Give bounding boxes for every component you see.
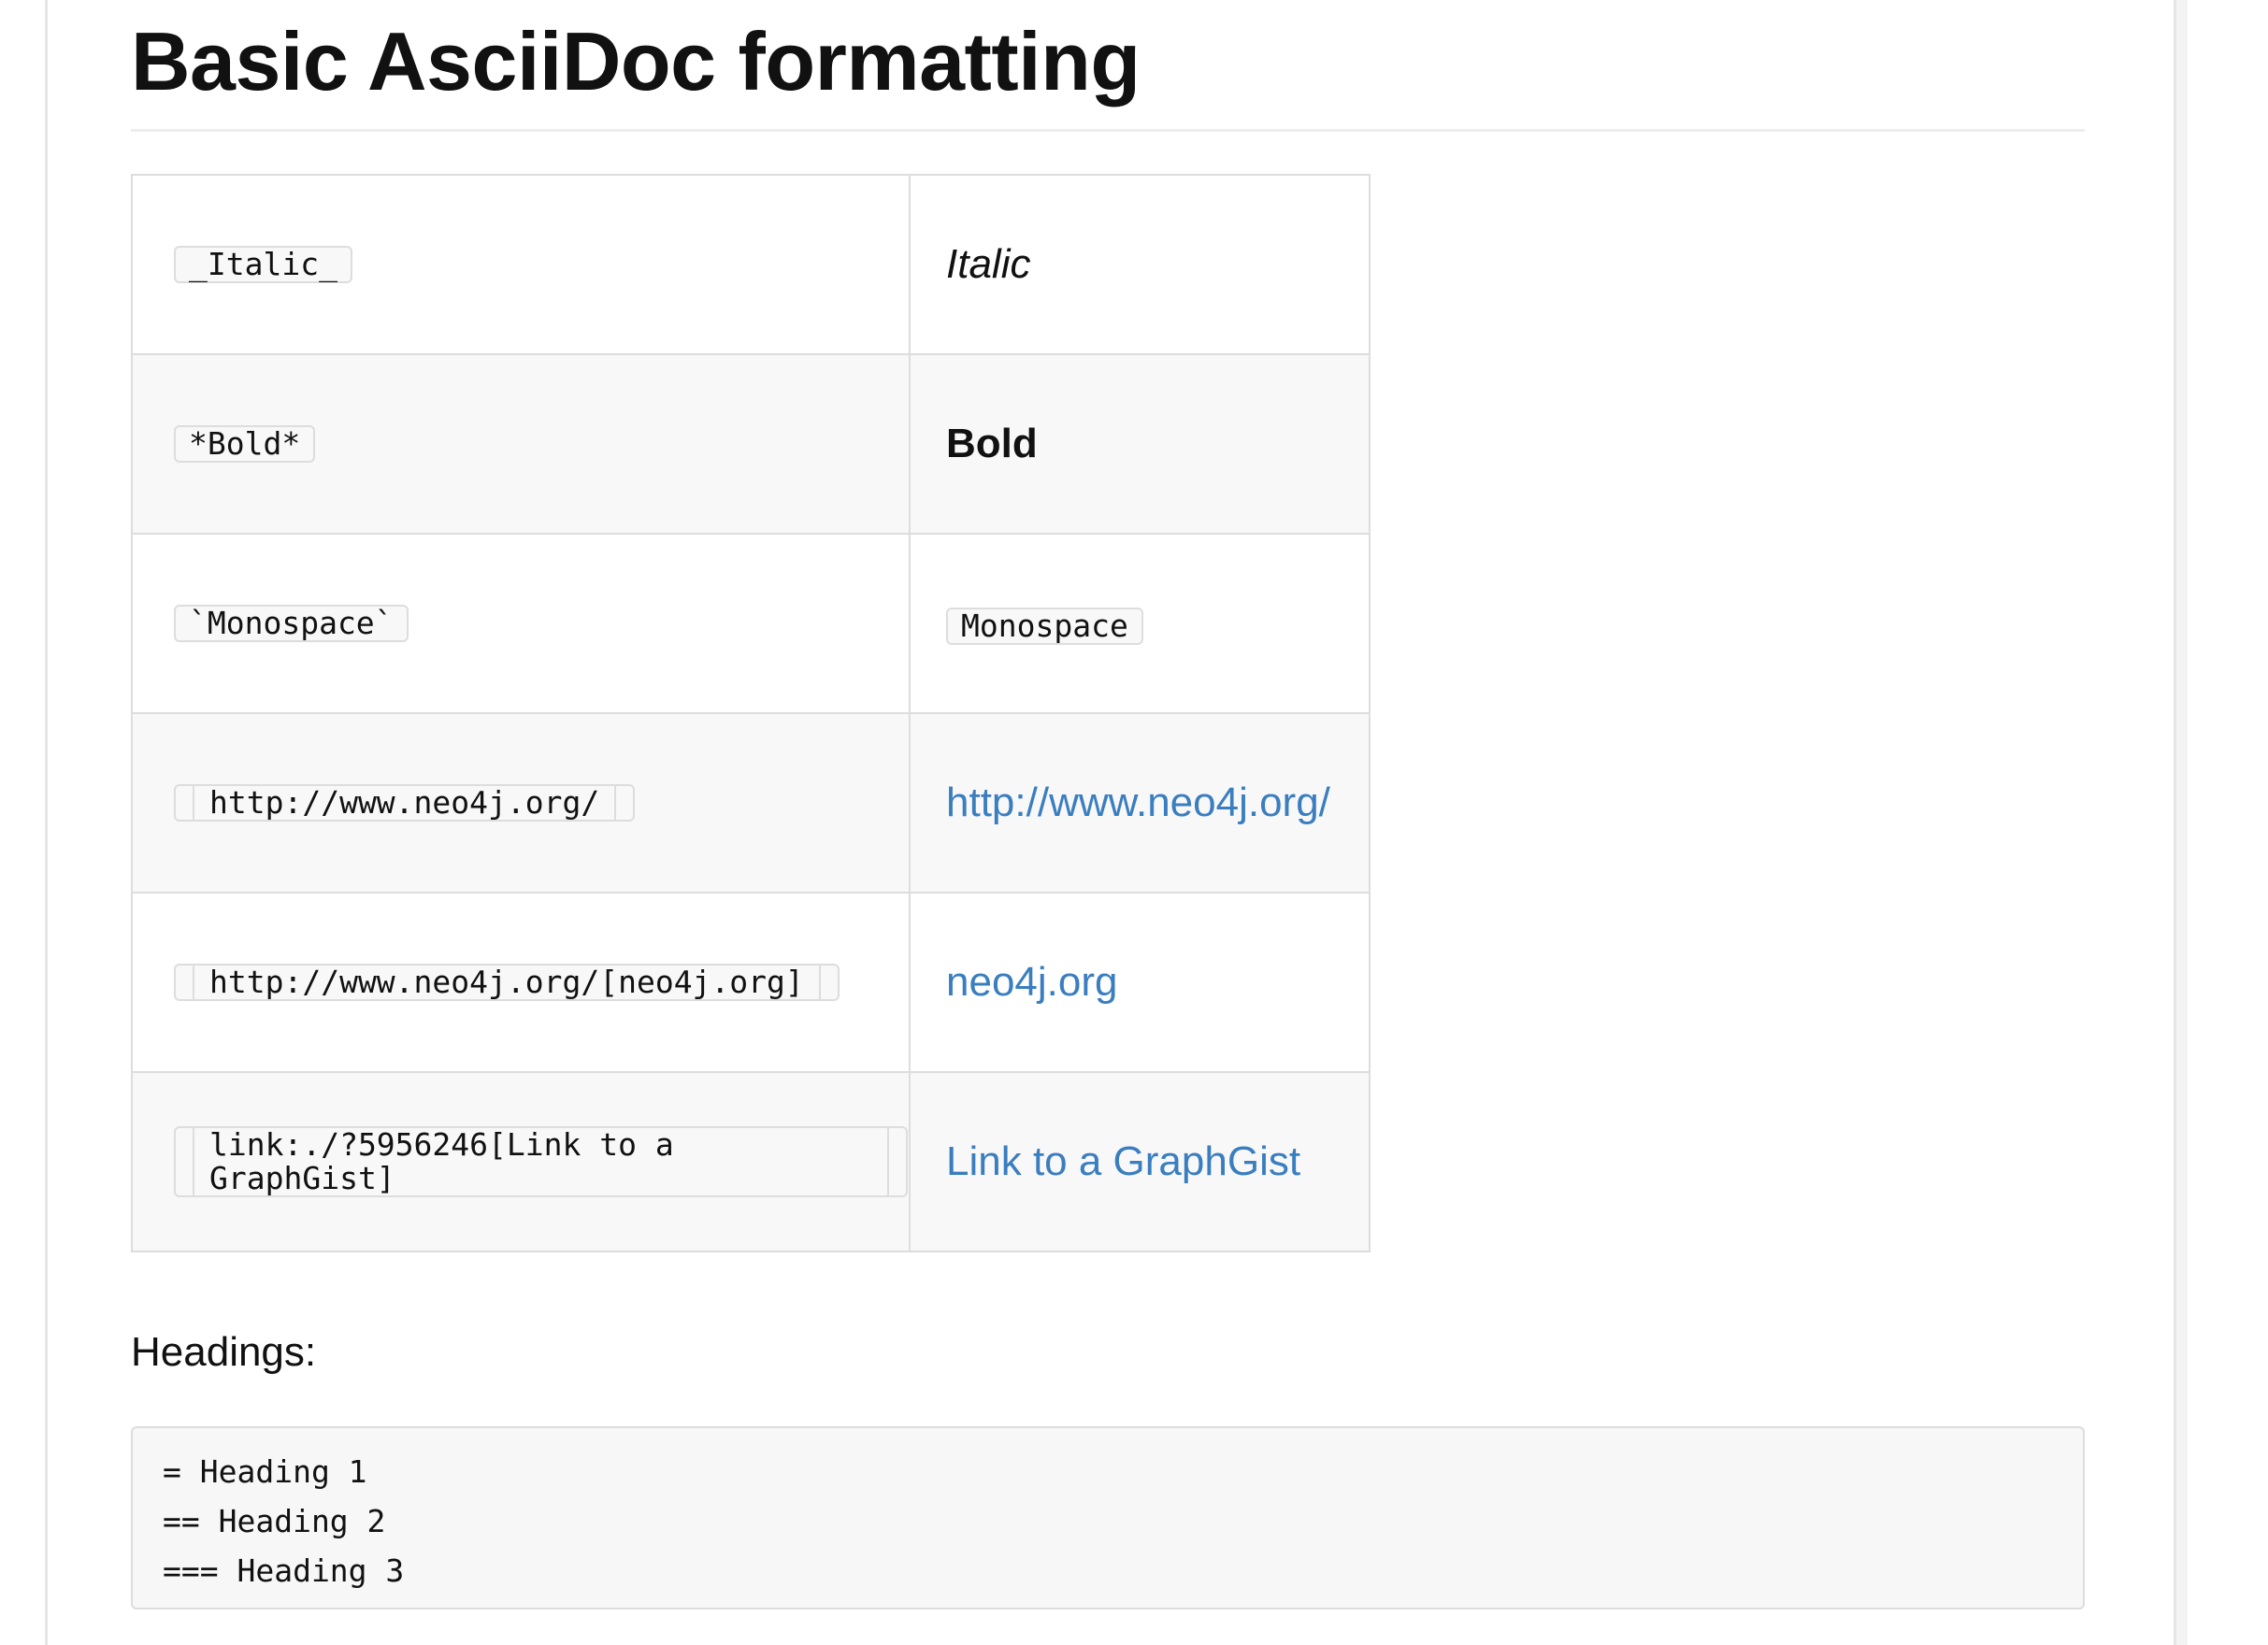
result-cell: Italic	[909, 174, 1371, 355]
inline-code: _Italic_	[174, 246, 352, 283]
inline-code: link:./?5956246[Link to a GraphGist]	[174, 1126, 908, 1197]
code-line: = Heading 1	[163, 1453, 367, 1490]
bold-result: Bold	[946, 421, 1038, 466]
source-cell: `Monospace`	[131, 533, 911, 714]
inline-code: *Bold*	[174, 425, 316, 463]
source-cell: *Bold*	[131, 353, 911, 535]
inline-code: http://www.neo4j.org/[neo4j.org]	[174, 964, 840, 1001]
result-cell: Monospace	[909, 533, 1371, 714]
table-row: http://www.neo4j.org/[neo4j.org] neo4j.o…	[131, 892, 1371, 1073]
source-cell: http://www.neo4j.org/[neo4j.org]	[131, 892, 911, 1073]
source-cell: http://www.neo4j.org/	[131, 712, 911, 894]
table-row: http://www.neo4j.org/ http://www.neo4j.o…	[131, 712, 1371, 894]
neo4j-url-link[interactable]: http://www.neo4j.org/	[946, 780, 1330, 825]
result-cell: Link to a GraphGist	[909, 1071, 1371, 1252]
monospace-result: Monospace	[946, 608, 1143, 645]
table-row: link:./?5956246[Link to a GraphGist] Lin…	[131, 1071, 1371, 1252]
code-line: == Heading 2	[163, 1503, 386, 1539]
page-edge	[2176, 0, 2188, 1645]
document-content: Basic AsciiDoc formatting _Italic_ Itali…	[131, 0, 2085, 1609]
formatting-table: _Italic_ Italic *Bold* Bold `Monospace` …	[131, 174, 1371, 1252]
table-row: `Monospace` Monospace	[131, 533, 1371, 714]
table-row: *Bold* Bold	[131, 353, 1371, 535]
italic-result: Italic	[946, 241, 1031, 287]
neo4j-org-link[interactable]: neo4j.org	[946, 959, 1117, 1005]
result-cell: http://www.neo4j.org/	[909, 712, 1371, 894]
source-cell: link:./?5956246[Link to a GraphGist]	[131, 1071, 911, 1252]
inline-code: http://www.neo4j.org/	[174, 784, 636, 822]
page-title: Basic AsciiDoc formatting	[131, 15, 1141, 107]
headings-code-block: = Heading 1 == Heading 2 === Heading 3	[131, 1426, 2085, 1609]
result-cell: neo4j.org	[909, 892, 1371, 1073]
source-cell: _Italic_	[131, 174, 911, 355]
graphgist-link[interactable]: Link to a GraphGist	[946, 1138, 1300, 1184]
code-line: === Heading 3	[163, 1552, 405, 1589]
result-cell: Bold	[909, 353, 1371, 535]
headings-label: Headings:	[131, 1329, 317, 1375]
table-row: _Italic_ Italic	[131, 174, 1371, 355]
inline-code: `Monospace`	[174, 605, 409, 642]
title-divider	[131, 129, 2085, 132]
